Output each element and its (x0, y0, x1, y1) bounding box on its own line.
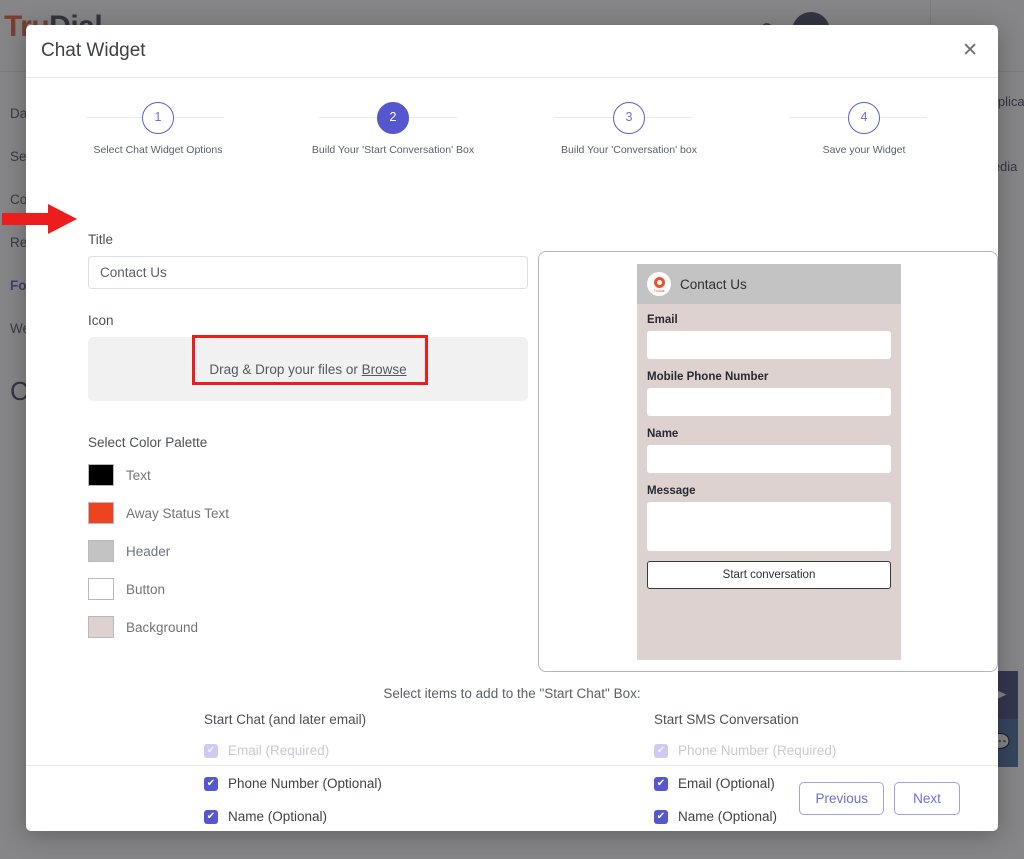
widget-preview-card: TruDial Contact Us Email Mobile Phone Nu… (538, 251, 998, 672)
color-label-away-status-text: Away Status Text (126, 505, 230, 521)
start-sms-column-title: Start SMS Conversation (654, 712, 799, 727)
stepper: 1 Select Chat Widget Options 2 Build You… (26, 102, 998, 174)
preview-input-name[interactable] (647, 445, 891, 473)
checkbox-sms-email-optional[interactable]: ✔ (654, 776, 668, 791)
start-chat-column: Start Chat (and later email) ✔ Email (Re… (204, 712, 382, 842)
checkbox-label-email-required: Email (Required) (228, 743, 330, 758)
modal-header: Chat Widget ✕ (26, 25, 998, 78)
logo-icon-text: TruDial (653, 289, 665, 293)
preview-label-mobile-phone-number: Mobile Phone Number (647, 371, 769, 383)
checkbox-row-sms-name-optional[interactable]: ✔ Name (Optional) (654, 809, 836, 824)
stepper-step-1[interactable]: 1 Select Chat Widget Options (58, 102, 258, 156)
color-label-button: Button (126, 581, 166, 597)
checkbox-label-sms-phone-required: Phone Number (Required) (678, 743, 837, 758)
palette-row-background[interactable]: Background (88, 616, 528, 638)
widget-preview-title: Contact Us (680, 276, 747, 292)
annotation-highlight-box (192, 335, 428, 385)
checkbox-phone-number-optional[interactable]: ✔ (204, 776, 218, 791)
checkbox-row-sms-email-optional[interactable]: ✔ Email (Optional) (654, 776, 836, 791)
icon-dropzone[interactable]: Drag & Drop your files or Browse (88, 335, 528, 401)
close-icon[interactable]: ✕ (962, 41, 978, 60)
preview-textarea-message[interactable] (647, 502, 891, 551)
widget-settings-form: Title Icon Drag & Drop your files or Bro… (88, 232, 528, 654)
color-palette-label: Select Color Palette (88, 435, 208, 450)
stepper-step-4-number: 4 (848, 102, 880, 134)
palette-row-button[interactable]: Button (88, 578, 528, 600)
checkbox-row-phone-number-optional[interactable]: ✔ Phone Number (Optional) (204, 776, 382, 791)
checkbox-email-required: ✔ (204, 743, 218, 758)
checkbox-sms-name-optional[interactable]: ✔ (654, 809, 668, 824)
checkbox-label-sms-name-optional: Name (Optional) (678, 809, 778, 824)
color-swatch-background[interactable] (88, 616, 114, 638)
preview-label-name: Name (647, 428, 679, 440)
stepper-step-1-number: 1 (142, 102, 174, 134)
modal-footer: Previous Next (26, 765, 998, 831)
stepper-step-2[interactable]: 2 Build Your 'Start Conversation' Box (293, 102, 493, 156)
stepper-step-3-label: Build Your 'Conversation' box (561, 144, 697, 156)
widget-preview-body: Email Mobile Phone Number Name Message S… (637, 304, 901, 589)
color-swatch-button[interactable] (88, 578, 114, 600)
widget-preview-header: TruDial Contact Us (637, 264, 901, 304)
checkbox-label-sms-email-optional: Email (Optional) (678, 776, 775, 791)
stepper-step-2-label: Build Your 'Start Conversation' Box (311, 144, 475, 156)
dropzone-label: Drag & Drop your files or Browse (209, 362, 406, 377)
chat-widget-modal: Chat Widget ✕ 1 Select Chat Widget Optio… (26, 25, 998, 831)
icon-field-label: Icon (88, 313, 114, 328)
checkbox-label-phone-number-optional: Phone Number (Optional) (228, 776, 382, 791)
dropzone-prefix: Drag & Drop your files or (209, 361, 362, 377)
stepper-step-4[interactable]: 4 Save your Widget (764, 102, 964, 156)
preview-label-email: Email (647, 314, 678, 326)
browse-link[interactable]: Browse (362, 362, 407, 377)
start-sms-column: Start SMS Conversation ✔ Phone Number (R… (654, 712, 836, 842)
next-button[interactable]: Next (894, 782, 960, 815)
color-swatch-header[interactable] (88, 540, 114, 562)
trudial-logo-icon: TruDial (647, 272, 671, 296)
color-label-text: Text (126, 467, 151, 483)
preview-input-mobile-phone-number[interactable] (647, 388, 891, 416)
preview-label-message: Message (647, 485, 696, 497)
chat-widget-preview: TruDial Contact Us Email Mobile Phone Nu… (637, 264, 901, 660)
modal-body: 1 Select Chat Widget Options 2 Build You… (26, 78, 998, 824)
annotation-arrow (2, 204, 77, 234)
palette-row-text[interactable]: Text (88, 464, 528, 486)
checkbox-row-email-required: ✔ Email (Required) (204, 743, 382, 758)
color-label-header: Header (126, 543, 171, 559)
checkbox-sms-phone-required: ✔ (654, 743, 668, 758)
checkbox-label-name-optional: Name (Optional) (228, 809, 328, 824)
checkbox-row-name-optional[interactable]: ✔ Name (Optional) (204, 809, 382, 824)
start-chat-column-title: Start Chat (and later email) (204, 712, 367, 727)
color-label-background: Background (126, 619, 199, 635)
title-input[interactable] (88, 256, 528, 289)
color-swatch-text[interactable] (88, 464, 114, 486)
color-swatch-away-status-text[interactable] (88, 502, 114, 524)
stepper-step-1-label: Select Chat Widget Options (93, 144, 223, 156)
checkbox-section-heading: Select items to add to the "Start Chat" … (383, 686, 641, 701)
stepper-step-4-label: Save your Widget (822, 144, 906, 156)
checkbox-name-optional[interactable]: ✔ (204, 809, 218, 824)
palette-row-away-status-text[interactable]: Away Status Text (88, 502, 528, 524)
page-title: Chat Widget (41, 40, 146, 61)
stepper-step-3-number: 3 (613, 102, 645, 134)
preview-start-conversation-button[interactable]: Start conversation (647, 561, 891, 589)
stepper-step-2-number: 2 (377, 102, 409, 134)
preview-input-email[interactable] (647, 331, 891, 359)
checkbox-row-sms-phone-required: ✔ Phone Number (Required) (654, 743, 836, 758)
title-field-label: Title (88, 232, 114, 247)
stepper-step-3[interactable]: 3 Build Your 'Conversation' box (529, 102, 729, 156)
palette-row-header[interactable]: Header (88, 540, 528, 562)
